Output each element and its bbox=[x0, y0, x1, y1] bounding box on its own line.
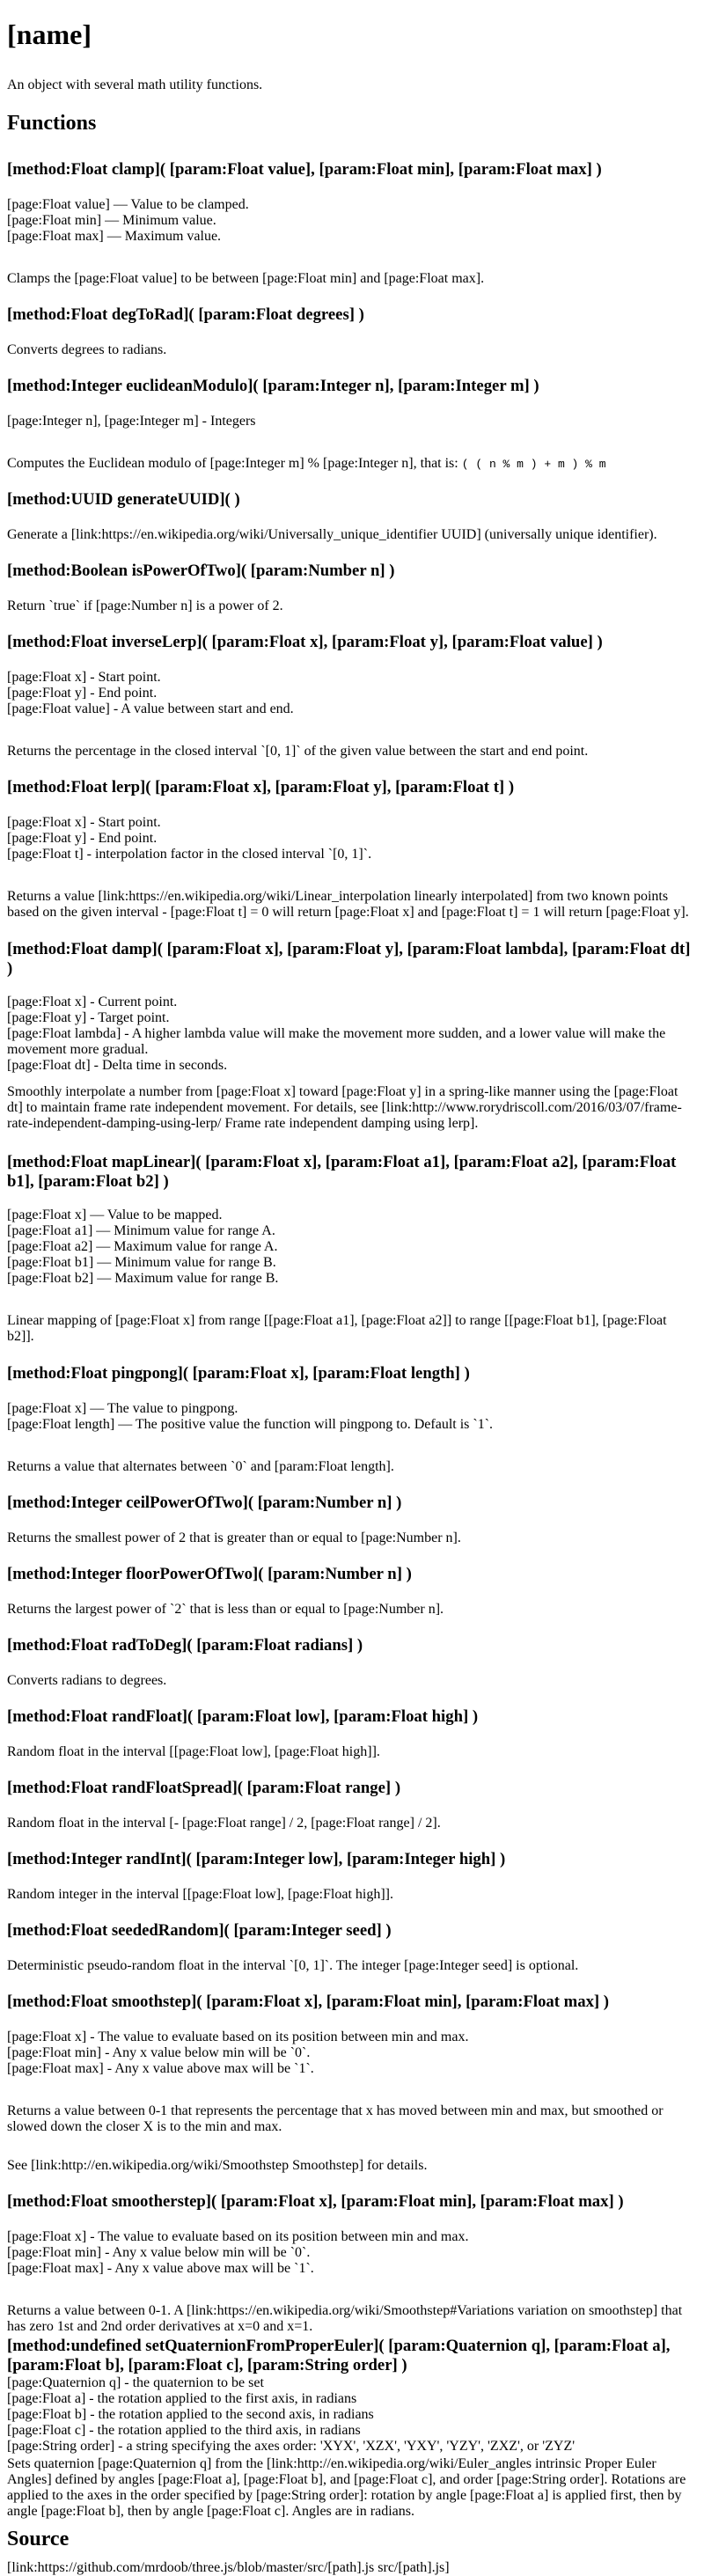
function-params-setquaternionfromproperеuler: [page:Quaternion q] - the quaternion to … bbox=[7, 2375, 697, 2455]
function-description-inverselerp: Returns the percentage in the closed int… bbox=[7, 744, 589, 759]
function-description-degtorad: Converts degrees to radians. bbox=[7, 342, 167, 357]
function-params-smoothstep: [page:Float x] - The value to evaluate b… bbox=[7, 2029, 697, 2077]
param-line: [page:Float value] - A value between sta… bbox=[7, 701, 294, 716]
function-params-clamp: [page:Float value] — Value to be clamped… bbox=[7, 197, 697, 245]
param-line: [page:Float a] - the rotation applied to… bbox=[7, 2391, 357, 2406]
function-signature-maplinear: [method:Float mapLinear]( [param:Float x… bbox=[7, 1153, 677, 1191]
function-signature-pingpong: [method:Float pingpong]( [param:Float x]… bbox=[7, 1364, 470, 1383]
function-description-randfloat: Random float in the interval [[page:Floa… bbox=[7, 1744, 380, 1759]
param-line: [page:Float a2] — Maximum value for rang… bbox=[7, 1239, 278, 1254]
param-line: [page:Float x] - The value to evaluate b… bbox=[7, 2229, 469, 2244]
function-description-ispoweroftwo: Return `true` if [page:Number n] is a po… bbox=[7, 598, 283, 613]
function-signature-smootherstep: [method:Float smootherstep]( [param:Floa… bbox=[7, 2192, 624, 2211]
function-description-smootherstep: Returns a value between 0-1. A [link:htt… bbox=[7, 2303, 683, 2334]
function-description-setquaternionfromproperеuler: Sets quaternion [page:Quaternion q] from… bbox=[7, 2456, 686, 2519]
function-description-pingpong: Returns a value that alternates between … bbox=[7, 1459, 394, 1474]
function-signature-randfloat: [method:Float randFloat]( [param:Float l… bbox=[7, 1707, 479, 1726]
param-line: [page:Float a1] — Minimum value for rang… bbox=[7, 1223, 275, 1238]
function-description-radtodeg: Converts radians to degrees. bbox=[7, 1673, 167, 1688]
param-line: [page:Float y] - End point. bbox=[7, 831, 158, 846]
function-params-maplinear: [page:Float x] — Value to be mapped. [pa… bbox=[7, 1207, 697, 1287]
function-signature-generateuuid: [method:UUID generateUUID]( ) bbox=[7, 490, 240, 509]
param-line: [page:Float max] - Any x value above max… bbox=[7, 2261, 314, 2276]
function-signature-seededrandom: [method:Float seededRandom]( [param:Inte… bbox=[7, 1921, 392, 1940]
param-line: [page:Float x] - Start point. bbox=[7, 670, 161, 685]
function-params-pingpong: [page:Float x] — The value to pingpong. … bbox=[7, 1401, 697, 1433]
description-text: Computes the Euclidean modulo of [page:I… bbox=[7, 456, 458, 471]
param-line: [page:Float x] - The value to evaluate b… bbox=[7, 2029, 469, 2044]
doc-page: [name] An object with several math utili… bbox=[0, 0, 704, 2575]
param-line: [page:Float x] — The value to pingpong. bbox=[7, 1401, 238, 1416]
function-signature-floorpoweroftwo: [method:Integer floorPowerOfTwo]( [param… bbox=[7, 1565, 412, 1583]
function-signature-setquaternionfromproperеuler: [method:undefined setQuaternionFromPrope… bbox=[7, 2337, 671, 2374]
param-line: [page:Float max] - Any x value above max… bbox=[7, 2061, 314, 2076]
param-line: [page:Float lambda] - A higher lambda va… bbox=[7, 1026, 666, 1057]
function-signature-ceilpoweroftwo: [method:Integer ceilPowerOfTwo]( [param:… bbox=[7, 1493, 402, 1512]
function-signature-smoothstep: [method:Float smoothstep]( [param:Float … bbox=[7, 1993, 610, 2011]
function-description-randfloatspread: Random float in the interval [- [page:Fl… bbox=[7, 1816, 441, 1831]
function-description-euclideanmodulo: Computes the Euclidean modulo of [page:I… bbox=[7, 456, 697, 473]
param-line: [page:Quaternion q] - the quaternion to … bbox=[7, 2375, 264, 2390]
function-description-smoothstep: Returns a value between 0-1 that represe… bbox=[7, 2103, 664, 2134]
function-signature-randfloatspread: [method:Float randFloatSpread]( [param:F… bbox=[7, 1779, 401, 1797]
function-description-randint: Random integer in the interval [[page:Fl… bbox=[7, 1887, 393, 1902]
page-title: [name] bbox=[7, 18, 92, 50]
function-signature-euclideanmodulo: [method:Integer euclideanModulo]( [param… bbox=[7, 377, 539, 395]
param-line: [page:Float dt] - Delta time in seconds. bbox=[7, 1058, 228, 1073]
param-line: [page:Float b] - the rotation applied to… bbox=[7, 2407, 374, 2422]
function-signature-ispoweroftwo: [method:Boolean isPowerOfTwo]( [param:Nu… bbox=[7, 561, 395, 580]
param-line: [page:Float x] - Current point. bbox=[7, 994, 178, 1009]
function-signature-inverselerp: [method:Float inverseLerp]( [param:Float… bbox=[7, 633, 603, 651]
function-description-floorpoweroftwo: Returns the largest power of `2` that is… bbox=[7, 1602, 444, 1617]
function-description-seededrandom: Deterministic pseudo-random float in the… bbox=[7, 1958, 579, 1973]
function-description-damp: Smoothly interpolate a number from [page… bbox=[7, 1084, 682, 1131]
function-params-smootherstep: [page:Float x] - The value to evaluate b… bbox=[7, 2229, 697, 2277]
param-line: [page:Float x] — Value to be mapped. bbox=[7, 1207, 223, 1222]
function-params-inverselerp: [page:Float x] - Start point. [page:Floa… bbox=[7, 670, 697, 717]
param-line: [page:Float y] - End point. bbox=[7, 686, 158, 701]
function-params-damp: [page:Float x] - Current point. [page:Fl… bbox=[7, 994, 697, 1074]
function-signature-lerp: [method:Float lerp]( [param:Float x], [p… bbox=[7, 778, 515, 796]
function-description-generateuuid: Generate a [link:https://en.wikipedia.or… bbox=[7, 527, 657, 542]
function-description-lerp: Returns a value [link:https://en.wikiped… bbox=[7, 889, 689, 920]
function-signature-radtodeg: [method:Float radToDeg]( [param:Float ra… bbox=[7, 1636, 363, 1655]
code-snippet: ( ( n % m ) + m ) % m bbox=[461, 458, 606, 471]
param-line: [page:Float b1] — Minimum value for rang… bbox=[7, 1255, 276, 1270]
function-signature-clamp: [method:Float clamp]( [param:Float value… bbox=[7, 160, 602, 179]
param-line: [page:Float value] — Value to be clamped… bbox=[7, 197, 249, 212]
param-line: [page:String order] - a string specifyin… bbox=[7, 2439, 576, 2454]
function-signature-randint: [method:Integer randInt]( [param:Integer… bbox=[7, 1850, 506, 1868]
param-line: [page:Float t] - interpolation factor in… bbox=[7, 847, 372, 862]
functions-heading: Functions bbox=[7, 112, 97, 135]
param-line: [page:Float length] — The positive value… bbox=[7, 1417, 494, 1432]
function-params-lerp: [page:Float x] - Start point. [page:Floa… bbox=[7, 815, 697, 862]
param-line: [page:Float min] — Minimum value. bbox=[7, 213, 216, 228]
param-line: [page:Float min] - Any x value below min… bbox=[7, 2245, 311, 2260]
param-line: [page:Float max] — Maximum value. bbox=[7, 229, 222, 244]
function-description-ceilpoweroftwo: Returns the smallest power of 2 that is … bbox=[7, 1530, 461, 1545]
function-description-smoothstep-see-also: See [link:http://en.wikipedia.org/wiki/S… bbox=[7, 2158, 428, 2173]
param-line: [page:Float b2] — Maximum value for rang… bbox=[7, 1271, 279, 1286]
function-params-euclideanmodulo: [page:Integer n], [page:Integer m] - Int… bbox=[7, 414, 697, 429]
source-heading: Source bbox=[7, 2528, 70, 2550]
param-line: [page:Float x] - Start point. bbox=[7, 815, 161, 830]
page-intro: An object with several math utility func… bbox=[7, 77, 263, 92]
function-description-maplinear: Linear mapping of [page:Float x] from ra… bbox=[7, 1313, 667, 1344]
function-signature-damp: [method:Float damp]( [param:Float x], [p… bbox=[7, 940, 691, 978]
function-description-clamp: Clamps the [page:Float value] to be betw… bbox=[7, 271, 485, 286]
function-signature-degtorad: [method:Float degToRad]( [param:Float de… bbox=[7, 305, 364, 324]
param-line: [page:Integer n], [page:Integer m] - Int… bbox=[7, 414, 256, 429]
param-line: [page:Float c] - the rotation applied to… bbox=[7, 2423, 361, 2438]
param-line: [page:Float min] - Any x value below min… bbox=[7, 2045, 311, 2060]
source-link[interactable]: [link:https://github.com/mrdoob/three.js… bbox=[7, 2560, 450, 2576]
param-line: [page:Float y] - Target point. bbox=[7, 1010, 170, 1025]
